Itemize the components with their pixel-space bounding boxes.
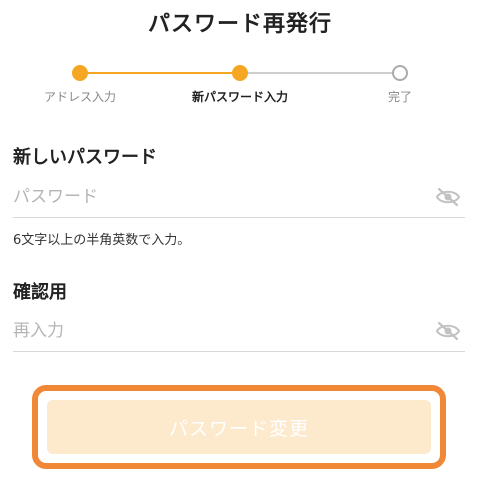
eye-off-icon[interactable]: [435, 187, 461, 207]
change-password-button[interactable]: パスワード変更: [47, 400, 431, 454]
step-1-label: アドレス入力: [43, 90, 117, 104]
new-password-input[interactable]: [13, 178, 413, 216]
progress-stepper: アドレス入力 新パスワード入力 完了: [0, 60, 480, 110]
step-3-label: 完了: [387, 90, 413, 104]
step-3-dot: [392, 65, 408, 81]
confirm-password-label: 確認用: [13, 282, 67, 303]
password-hint: 6文字以上の半角英数で入力。: [13, 233, 191, 248]
confirm-password-input[interactable]: [13, 312, 413, 350]
step-connector-done: [80, 72, 240, 74]
step-1-dot: [72, 65, 88, 81]
page-title: パスワード再発行: [147, 12, 332, 37]
new-password-field: [13, 178, 465, 218]
step-2-label: 新パスワード入力: [191, 90, 289, 104]
step-2-dot: [232, 65, 248, 81]
new-password-label: 新しいパスワード: [13, 147, 157, 168]
step-connector-pending: [240, 72, 400, 74]
submit-button-highlight: パスワード変更: [32, 385, 446, 469]
eye-off-icon[interactable]: [435, 321, 461, 341]
confirm-password-field: [13, 312, 465, 352]
